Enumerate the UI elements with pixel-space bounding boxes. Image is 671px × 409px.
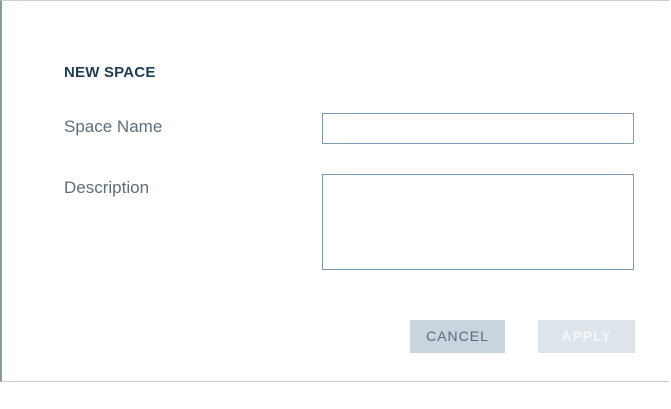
description-label: Description <box>64 178 150 197</box>
cancel-button[interactable]: CANCEL <box>410 320 505 353</box>
description-textarea[interactable] <box>322 174 634 270</box>
dialog-title: NEW SPACE <box>64 64 156 81</box>
space-name-input[interactable] <box>322 113 634 144</box>
space-name-label: Space Name <box>64 117 163 136</box>
new-space-dialog: NEW SPACE Space Name Description CANCEL … <box>0 0 669 382</box>
apply-button[interactable]: APPLY <box>538 320 635 353</box>
